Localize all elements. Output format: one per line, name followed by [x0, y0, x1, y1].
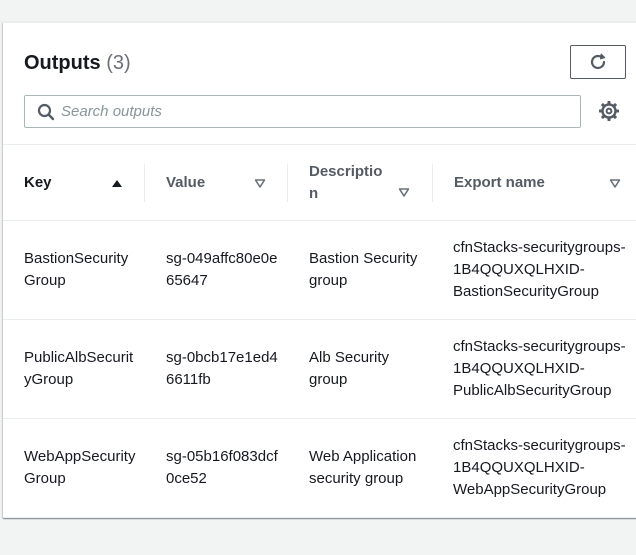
column-header-label: Description: [309, 162, 383, 202]
search-box[interactable]: [24, 95, 581, 128]
cell-value: sg-0bcb17e1ed46611fb: [166, 349, 278, 388]
refresh-icon: [590, 53, 606, 70]
table-header-row: Key Value Description Export name: [3, 144, 636, 221]
table-row: WebAppSecurityGroup sg-05b16f083dcf0ce52…: [3, 419, 636, 518]
search-input[interactable]: [61, 96, 571, 127]
sort-caret-icon: [254, 178, 266, 188]
cell-export-name: cfnStacks-securitygroups-1B4QQUXQLHXID-B…: [453, 239, 626, 300]
cell-value: sg-049affc80e0e65647: [166, 250, 278, 289]
cell-export-name: cfnStacks-securitygroups-1B4QQUXQLHXID-W…: [453, 437, 626, 498]
refresh-button[interactable]: [570, 45, 626, 79]
column-header-key[interactable]: Key: [3, 145, 145, 221]
cell-description: Alb Security group: [309, 349, 390, 388]
sort-caret-icon: [609, 178, 621, 188]
cell-key: BastionSecurityGroup: [24, 250, 129, 289]
column-header-value[interactable]: Value: [145, 145, 288, 221]
cell-value: sg-05b16f083dcf0ce52: [166, 448, 278, 487]
column-header-label: Export name: [454, 173, 545, 191]
title-text: Outputs: [24, 52, 101, 74]
column-header-description[interactable]: Description: [288, 145, 433, 221]
sort-ascending-icon: [112, 179, 122, 187]
top-strip: [0, 0, 636, 22]
cell-description: Bastion Security group: [309, 250, 418, 289]
cell-description: Web Application security group: [309, 448, 417, 487]
outputs-panel: Outputs (3) Search outputs Key Value Des…: [3, 22, 636, 518]
search-icon: [37, 103, 55, 121]
cell-export-name: cfnStacks-securitygroups-1B4QQUXQLHXID-P…: [453, 338, 626, 399]
table-row: PublicAlbSecurityGroup sg-0bcb17e1ed4661…: [3, 320, 636, 419]
sort-caret-icon: [398, 187, 410, 197]
page-title: Outputs (3): [24, 52, 131, 75]
output-count: (3): [106, 52, 131, 74]
cell-key: PublicAlbSecurityGroup: [24, 349, 134, 388]
column-header-label: Key: [24, 173, 52, 191]
column-header-label: Value: [166, 173, 206, 191]
outputs-table: Key Value Description Export name Bastio…: [3, 144, 636, 518]
column-header-export-name[interactable]: Export name: [433, 145, 636, 221]
cell-key: WebAppSecurityGroup: [24, 448, 136, 487]
gear-icon[interactable]: [598, 100, 620, 122]
table-row: BastionSecurityGroup sg-049affc80e0e6564…: [3, 221, 636, 320]
